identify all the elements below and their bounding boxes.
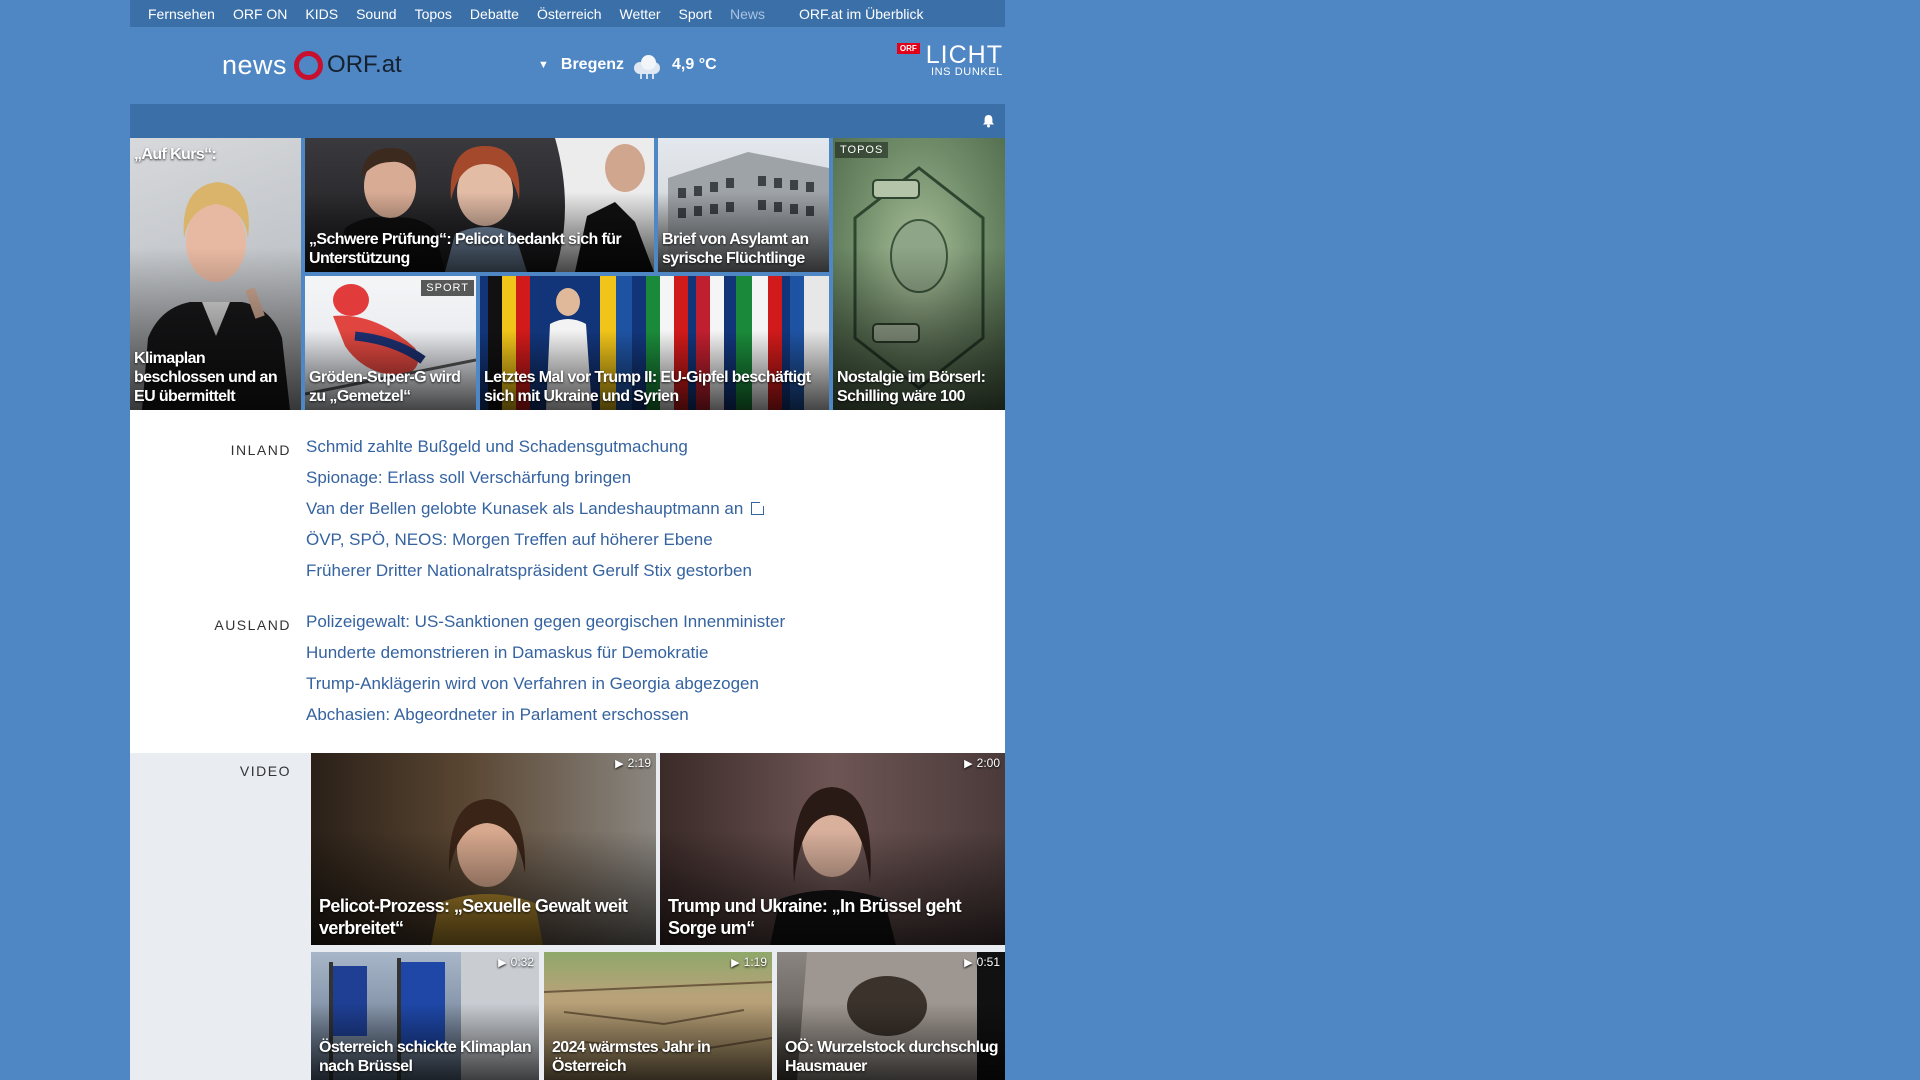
nav-item-fernsehen[interactable]: Fernsehen [148, 6, 215, 22]
tile-klimaplan-title: Klimaplan beschlossen und an EU übermitt… [134, 350, 278, 405]
bell-icon[interactable] [982, 114, 995, 128]
tile-pelicot[interactable]: „Schwere Prüfung“: Pelicot bedankt sich … [305, 138, 654, 272]
video-duration: 2:19 [615, 756, 651, 770]
inland-item[interactable]: ÖVP, SPÖ, NEOS: Morgen Treffen auf höher… [306, 530, 764, 561]
ausland-item[interactable]: Trump-Anklägerin wird von Verfahren in G… [306, 674, 785, 705]
video-duration: 1:19 [731, 955, 767, 969]
video-tile-wurzelstock[interactable]: 0:51 OÖ: Wurzelstock durchschlug Hausmau… [777, 952, 1005, 1080]
inland-item-external[interactable]: Van der Bellen gelobte Kunasek als Lande… [306, 499, 767, 530]
tile-pelicot-title: „Schwere Prüfung“: Pelicot bedankt sich … [309, 231, 622, 267]
video-duration: 0:51 [964, 955, 1000, 969]
inland-item[interactable]: Schmid zahlte Bußgeld und Schadensgutmac… [306, 437, 764, 468]
triangle-down-icon[interactable]: ▼ [538, 59, 549, 71]
section-label-inland: INLAND [230, 442, 291, 458]
nav-item-debatte[interactable]: Debatte [470, 6, 519, 22]
video-tile-pelicot[interactable]: 2:19 Pelicot-Prozess: „Sexuelle Gewalt w… [311, 753, 656, 945]
tile-klimaplan-kicker: „Auf Kurs“: [134, 146, 217, 163]
inland-item-label: Van der Bellen gelobte Kunasek als Lande… [306, 499, 744, 518]
ausland-news-list: Polizeigewalt: US-Sanktionen gegen georg… [306, 612, 785, 736]
tile-eu-gipfel[interactable]: Letztes Mal vor Trump II: EU-Gipfel besc… [480, 276, 829, 410]
ausland-item[interactable]: Polizeigewalt: US-Sanktionen gegen georg… [306, 612, 785, 643]
inland-news-list: Schmid zahlte Bußgeld und Schadensgutmac… [306, 437, 767, 592]
licht-ins-dunkel-logo[interactable]: ORF LICHT INS DUNKEL [896, 41, 1003, 78]
video-title: Österreich schickte Klimaplan nach Brüss… [319, 1039, 532, 1075]
logo-orf-text: ORF.at [327, 51, 402, 78]
video-title: OÖ: Wurzelstock durchschlug Hausmauer [785, 1039, 998, 1075]
weather-temperature: 4,9 °C [672, 56, 717, 73]
nav-item-oesterreich[interactable]: Österreich [537, 6, 602, 22]
tile-groeden[interactable]: SPORT Gröden-Super-G wird zu „Gemetzel“ [305, 276, 476, 410]
tile-asyl[interactable]: Brief von Asylamt an syrische Flüchtling… [658, 138, 829, 272]
news-ticker-panel: INLAND Schmid zahlte Bußgeld und Schaden… [130, 410, 1005, 753]
site-header: news ORF.at ▼ Bregenz 4,9 °C ORF LICHT IN… [130, 27, 1005, 104]
video-duration: 2:00 [964, 756, 1000, 770]
nav-item-kids[interactable]: KIDS [305, 6, 338, 22]
tile-asyl-title: Brief von Asylamt an syrische Flüchtling… [662, 231, 809, 267]
sport-badge: SPORT [421, 280, 474, 296]
weather-widget[interactable]: ▼ Bregenz 4,9 °C [538, 53, 717, 79]
logo-news-text: news [222, 49, 288, 80]
video-title: Pelicot-Prozess: „Sexuelle Gewalt weit v… [319, 896, 628, 938]
video-tile-waermstes-jahr[interactable]: 1:19 2024 wärmstes Jahr in Österreich [544, 952, 772, 1080]
orf-ring-icon [294, 50, 324, 80]
tile-schilling[interactable]: TOPOS Nostalgie im Börserl: Schilling wä… [833, 138, 1005, 410]
video-title: Trump und Ukraine: „In Brüssel geht Sorg… [668, 896, 962, 938]
nav-item-sound[interactable]: Sound [356, 6, 396, 22]
nav-item-overview[interactable]: ORF.at im Überblick [799, 6, 923, 22]
video-duration: 0:32 [498, 955, 534, 969]
tile-klimaplan[interactable]: „Auf Kurs“: Klimaplan beschlossen und an… [130, 138, 301, 410]
licht-title: LICHT [925, 41, 1003, 69]
nav-item-wetter[interactable]: Wetter [620, 6, 661, 22]
page: Fernsehen ORF ON KIDS Sound Topos Debatt… [130, 0, 1005, 1080]
weather-city: Bregenz [560, 56, 625, 73]
nav-item-news[interactable]: News [730, 6, 765, 22]
nav-item-topos[interactable]: Topos [415, 6, 452, 22]
section-label-video: VIDEO [239, 763, 291, 779]
tile-groeden-title: Gröden-Super-G wird zu „Gemetzel“ [309, 369, 461, 405]
video-title: 2024 wärmstes Jahr in Österreich [552, 1039, 711, 1075]
news-orf-logo[interactable]: news ORF.at [222, 47, 402, 83]
inland-item[interactable]: Spionage: Erlass soll Verschärfung bring… [306, 468, 764, 499]
topos-badge: TOPOS [835, 142, 889, 158]
cloud-rain-icon [632, 53, 666, 79]
ausland-item[interactable]: Hunderte demonstrieren in Damaskus für D… [306, 643, 785, 674]
video-tile-klimaplan[interactable]: 0:32 Österreich schickte Klimaplan nach … [311, 952, 539, 1080]
video-tile-trump-ukraine[interactable]: 2:00 Trump und Ukraine: „In Brüssel geht… [660, 753, 1005, 945]
licht-orf-badge: ORF [896, 43, 920, 54]
tile-eu-gipfel-title: Letztes Mal vor Trump II: EU-Gipfel besc… [484, 369, 811, 405]
section-label-ausland: AUSLAND [214, 617, 291, 633]
tile-schilling-title: Nostalgie im Börserl: Schilling wäre 100 [837, 369, 986, 405]
nav-item-orf-on[interactable]: ORF ON [233, 6, 287, 22]
inland-item[interactable]: Früherer Dritter Nationalratspräsident G… [306, 561, 764, 592]
external-link-icon [751, 500, 767, 515]
licht-subtitle: INS DUNKEL [930, 66, 1003, 78]
ausland-item[interactable]: Abchasien: Abgeordneter in Parlament ers… [306, 705, 785, 736]
top-navigation: Fernsehen ORF ON KIDS Sound Topos Debatt… [130, 0, 1005, 27]
nav-item-sport[interactable]: Sport [679, 6, 712, 22]
notification-bar [130, 104, 1005, 138]
